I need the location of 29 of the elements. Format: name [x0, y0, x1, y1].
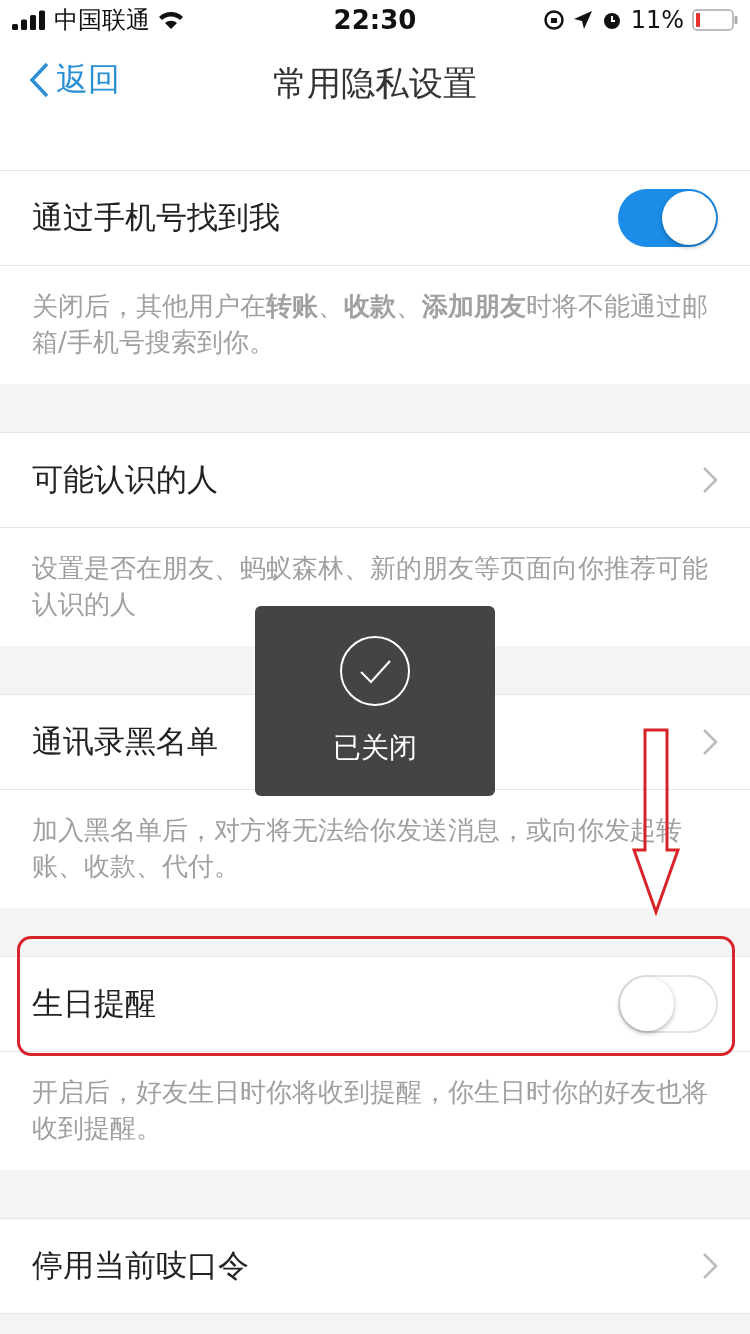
- clock-time: 22:30: [333, 5, 417, 35]
- settings-row[interactable]: 通过手机号找到我: [0, 171, 750, 266]
- page-title: 常用隐私设置: [273, 62, 477, 105]
- battery-percent: 11%: [630, 6, 684, 34]
- check-icon: [339, 635, 411, 707]
- row-label: 生日提醒: [32, 984, 156, 1023]
- settings-row[interactable]: 可能认识的人: [0, 433, 750, 528]
- row-label: 通讯录黑名单: [32, 722, 218, 761]
- settings-row[interactable]: 生日提醒: [0, 957, 750, 1052]
- battery-icon: [692, 9, 738, 31]
- toast-message: 已关闭: [333, 730, 417, 766]
- chevron-icon: [702, 466, 718, 494]
- row-label: 通过手机号找到我: [32, 198, 280, 237]
- toggle-switch[interactable]: [618, 189, 718, 247]
- toggle-switch[interactable]: [618, 975, 718, 1033]
- carrier-name: 中国联通: [54, 5, 150, 36]
- chevron-icon: [702, 728, 718, 756]
- chevron-icon: [702, 1252, 718, 1280]
- back-button[interactable]: 返回: [28, 58, 120, 102]
- signal-icon: [12, 10, 46, 30]
- settings-row[interactable]: 停用当前吱口令: [0, 1219, 750, 1314]
- wifi-icon: [158, 10, 184, 30]
- location-icon: [572, 10, 593, 30]
- rotation-lock-icon: [542, 9, 565, 31]
- row-description: 开启后，好友生日时你将收到提醒，你生日时你的好友也将收到提醒。: [0, 1052, 750, 1170]
- row-description: 关闭后，其他用户在转账、收款、添加朋友时将不能通过邮箱/手机号搜索到你。: [0, 266, 750, 384]
- row-label: 停用当前吱口令: [32, 1246, 249, 1285]
- row-label: 可能认识的人: [32, 460, 218, 499]
- back-chevron-icon: [28, 62, 50, 98]
